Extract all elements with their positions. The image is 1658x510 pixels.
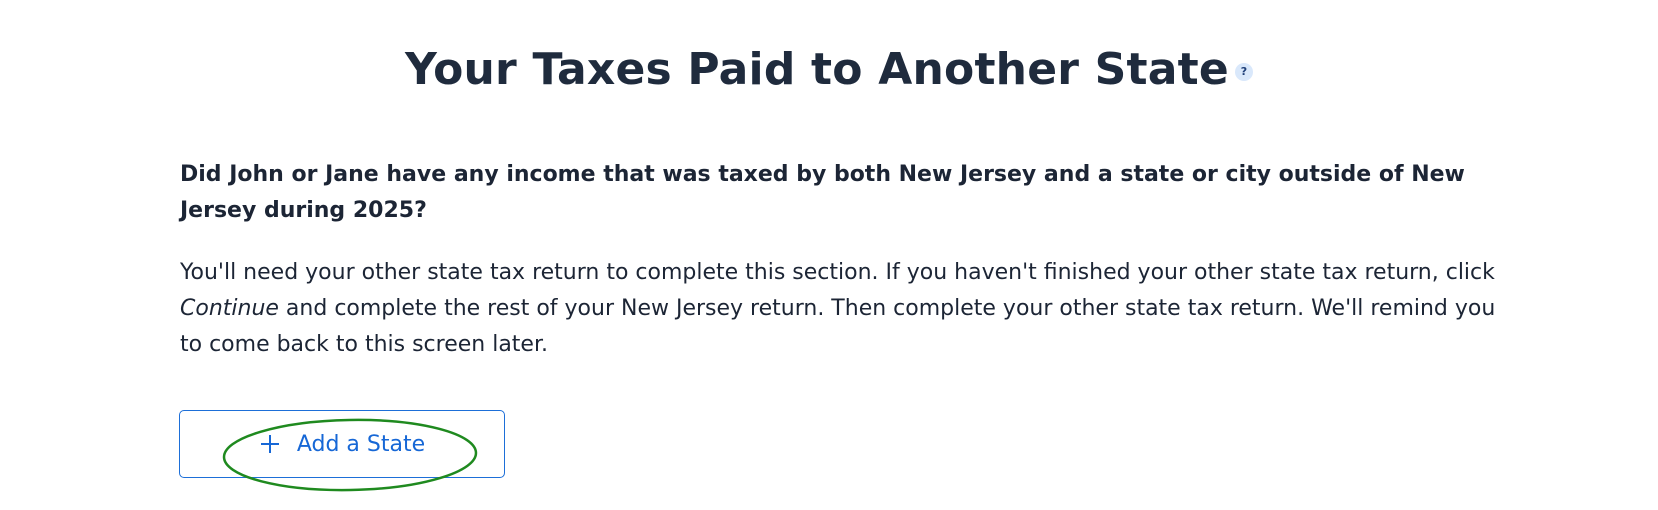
add-state-label: Add a State (296, 431, 426, 457)
continue-emphasis: Continue (180, 296, 279, 321)
page-header: Your Taxes Paid to Another State? (0, 44, 1658, 95)
plus-icon (259, 433, 281, 455)
question-text: Did John or Jane have any income that wa… (180, 162, 1465, 223)
instructions-before: You'll need your other state tax return … (180, 260, 1495, 285)
add-state-button[interactable]: Add a State (179, 410, 505, 478)
help-icon[interactable]: ? (1234, 62, 1253, 81)
instructions-text: You'll need your other state tax return … (180, 255, 1500, 363)
page-title: Your Taxes Paid to Another State (405, 44, 1229, 95)
main-content: Did John or Jane have any income that wa… (180, 157, 1500, 363)
instructions-after: and complete the rest of your New Jersey… (180, 296, 1496, 357)
